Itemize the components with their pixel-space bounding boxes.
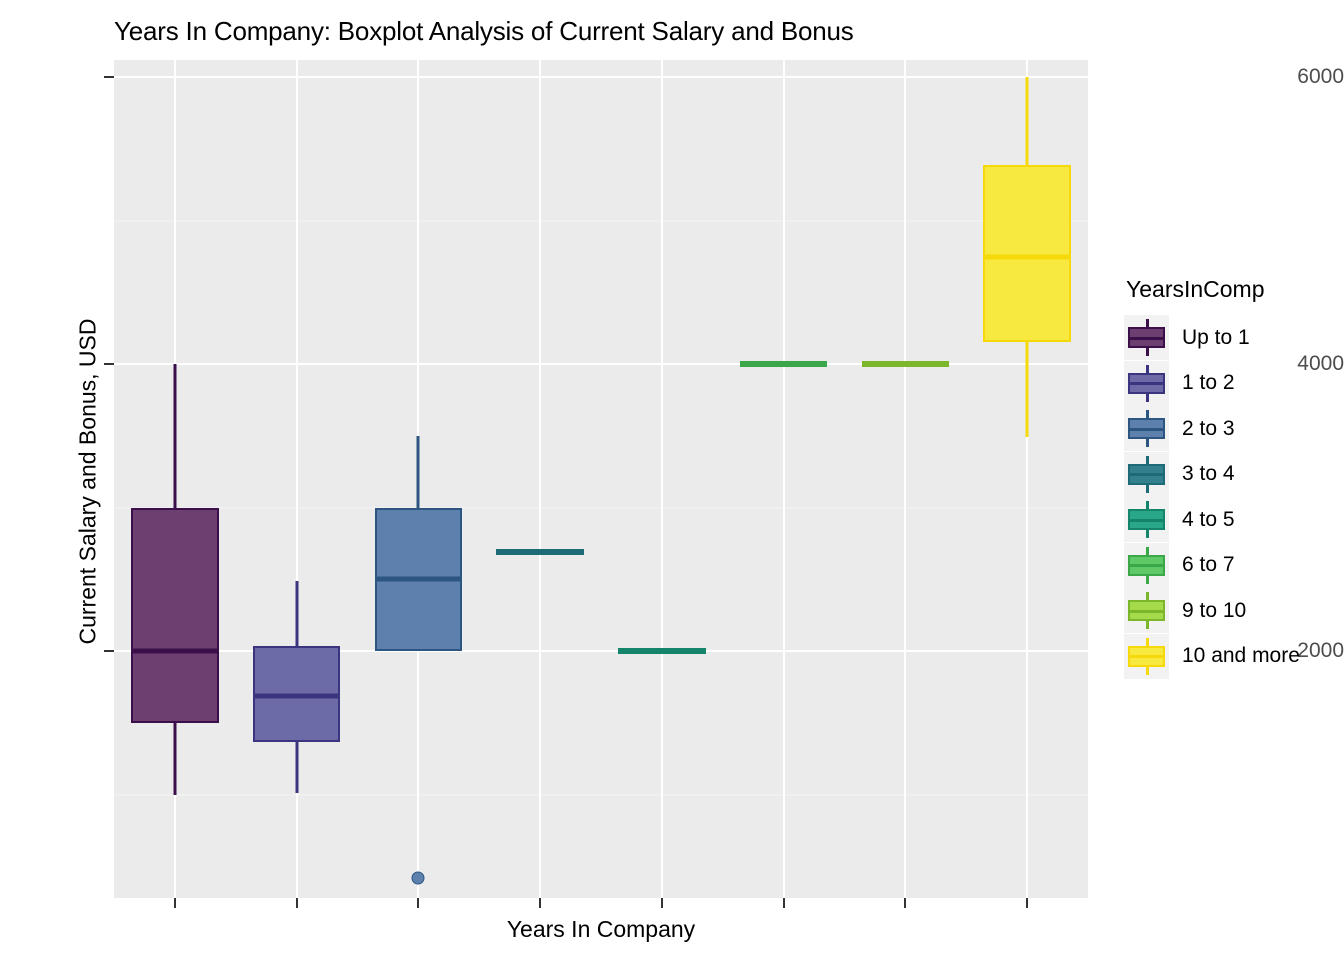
x-axis-tick-mark <box>417 898 420 908</box>
gridline-major-horizontal <box>114 76 1088 79</box>
y-axis-tick-label: 6000 <box>1297 65 1344 89</box>
boxplot-whisker-upper <box>416 435 420 508</box>
legend-key-median-line <box>1128 427 1165 431</box>
legend-item-label: 9 to 10 <box>1182 598 1247 622</box>
gridline-minor-horizontal <box>114 507 1088 509</box>
y-axis-title: Current Salary and Bonus, USD <box>74 318 101 645</box>
legend-item[interactable]: Up to 1 <box>1124 315 1300 361</box>
boxplot-whisker-upper <box>1025 77 1029 165</box>
gridline-major-vertical <box>782 60 785 898</box>
legend-key-boxplot-icon <box>1124 451 1169 497</box>
boxplot-box <box>739 361 828 368</box>
legend-key-median-line <box>1128 473 1165 477</box>
legend-key-median-line <box>1128 518 1165 522</box>
legend-item[interactable]: 10 and more <box>1124 633 1300 680</box>
legend-item[interactable]: 1 to 2 <box>1124 360 1300 407</box>
legend-key-boxplot-icon <box>1124 633 1169 679</box>
gridline-major-vertical <box>539 60 542 898</box>
x-axis-tick-mark <box>904 898 907 908</box>
legend-key-boxplot-icon <box>1124 588 1169 634</box>
boxplot-whisker-lower <box>173 722 177 795</box>
legend-item-label: 6 to 7 <box>1182 553 1235 577</box>
boxplot-median-line <box>131 648 219 654</box>
x-axis-title: Years In Company <box>506 916 696 942</box>
y-axis-tick-mark <box>104 76 114 79</box>
boxplot-chart: Years In Company: Boxplot Analysis of Cu… <box>0 0 1344 960</box>
gridline-major-vertical <box>660 60 663 898</box>
legend-item-label: 2 to 3 <box>1182 416 1235 440</box>
y-axis-tick-mark <box>104 363 114 366</box>
gridline-minor-horizontal <box>114 220 1088 222</box>
legend-key-median-line <box>1128 336 1165 340</box>
legend-item-label: Up to 1 <box>1182 325 1250 349</box>
boxplot-whisker-upper <box>295 580 299 647</box>
boxplot-box <box>496 549 584 556</box>
legend-item-label: 10 and more <box>1182 644 1300 668</box>
gridline-major-vertical <box>904 60 907 898</box>
legend-item-label: 3 to 4 <box>1182 462 1235 486</box>
boxplot-whisker-lower <box>1025 341 1029 438</box>
legend-item[interactable]: 9 to 10 <box>1124 588 1300 634</box>
legend-key-whisker-lower <box>1145 529 1149 539</box>
legend-key-whisker-lower <box>1145 620 1149 630</box>
legend-key-whisker-lower <box>1145 483 1149 493</box>
legend: YearsInComp Up to 1 1 to 2 2 to 3 3 to 4 4 t… <box>1124 276 1300 679</box>
legend-key-whisker-lower <box>1145 438 1149 448</box>
chart-title: Years In Company: Boxplot Analysis of Cu… <box>114 16 854 46</box>
legend-item[interactable]: 6 to 7 <box>1124 542 1300 589</box>
boxplot-box <box>861 361 950 368</box>
boxplot-box <box>983 164 1071 342</box>
boxplot-median-line <box>252 693 341 699</box>
x-axis-tick-mark <box>1026 898 1029 908</box>
boxplot-box <box>618 648 706 655</box>
boxplot-whisker-upper <box>173 364 177 508</box>
boxplot-whisker-lower <box>295 741 299 794</box>
legend-item[interactable]: 4 to 5 <box>1124 497 1300 543</box>
legend-key-median-line <box>1128 382 1165 386</box>
legend-key-boxplot-icon <box>1124 315 1169 361</box>
legend-key-median-line <box>1128 655 1165 659</box>
legend-key-median-line <box>1128 609 1165 613</box>
x-axis-tick-mark <box>782 898 785 908</box>
x-axis-tick-mark <box>295 898 298 908</box>
legend-item-label: 4 to 5 <box>1182 507 1235 531</box>
boxplot-box <box>131 507 219 723</box>
boxplot-median-line <box>983 254 1071 260</box>
x-axis-tick-mark <box>173 898 176 908</box>
x-axis-tick-mark <box>539 898 542 908</box>
legend-key-boxplot-icon <box>1124 497 1169 543</box>
legend-key-whisker-lower <box>1145 392 1149 402</box>
legend-item[interactable]: 3 to 4 <box>1124 451 1300 498</box>
legend-key-whisker-lower <box>1145 347 1149 357</box>
y-axis-tick-mark <box>104 650 114 653</box>
legend-item[interactable]: 2 to 3 <box>1124 406 1300 452</box>
legend-key-whisker-lower <box>1145 665 1149 675</box>
x-axis-tick-mark <box>660 898 663 908</box>
legend-key-median-line <box>1128 564 1165 568</box>
legend-title: YearsInComp <box>1126 276 1265 302</box>
legend-key-boxplot-icon <box>1124 542 1169 588</box>
gridline-minor-horizontal <box>114 794 1088 796</box>
plot-panel <box>114 60 1088 898</box>
legend-key-whisker-lower <box>1145 574 1149 584</box>
legend-item-label: 1 to 2 <box>1182 371 1235 395</box>
boxplot-median-line <box>374 576 463 582</box>
legend-key-boxplot-icon <box>1124 406 1169 452</box>
legend-items: Up to 1 1 to 2 2 to 3 3 to 4 4 to 5 6 to 7 9 t… <box>1124 315 1300 679</box>
legend-key-boxplot-icon <box>1124 360 1169 406</box>
boxplot-outlier-point <box>411 871 425 885</box>
